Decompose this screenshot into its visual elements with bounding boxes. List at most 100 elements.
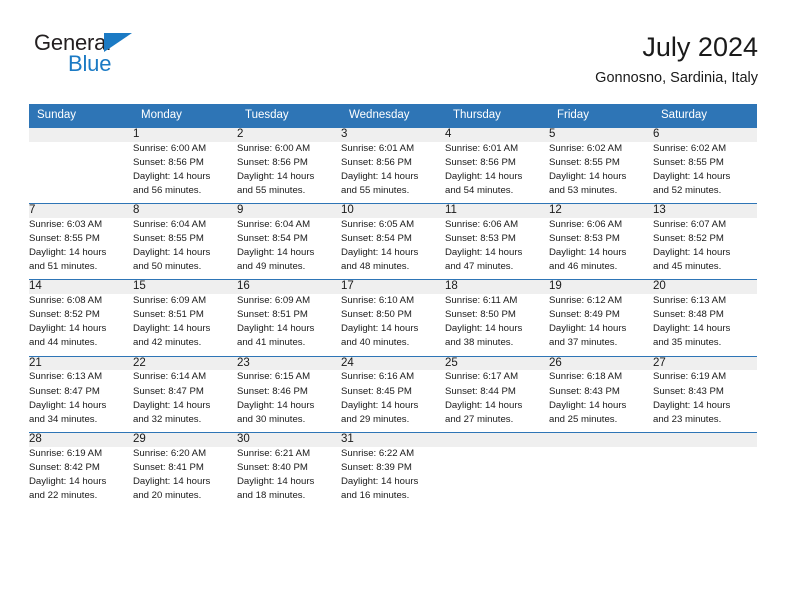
sunrise-text: Sunrise: 6:19 AM [29, 447, 103, 459]
sunset-text: Sunset: 8:39 PM [341, 461, 412, 473]
sunset-text: Sunset: 8:45 PM [341, 385, 412, 397]
day-number-18[interactable]: 18 [445, 279, 549, 295]
week-daynumber-row: 7 8 9 10 11 12 13 [29, 203, 757, 218]
daylight-text: Daylight: 14 hours [29, 475, 107, 487]
day-number-13[interactable]: 13 [653, 203, 757, 218]
daylight-text: and 20 minutes. [133, 490, 202, 502]
day-number-1[interactable]: 1 [133, 127, 237, 142]
sunset-text: Sunset: 8:56 PM [133, 156, 204, 168]
day-number-6[interactable]: 6 [653, 127, 757, 142]
weekday-header-friday: Friday [549, 104, 653, 128]
day-info-23: Sunrise: 6:15 AM Sunset: 8:46 PM Daylight:… [237, 370, 341, 432]
day-number-14[interactable]: 14 [29, 279, 133, 295]
day-info-27: Sunrise: 6:19 AM Sunset: 8:43 PM Daylight:… [653, 370, 757, 432]
day-number-7[interactable]: 7 [29, 203, 133, 218]
sunset-text: Sunset: 8:53 PM [445, 232, 516, 244]
daylight-text: Daylight: 14 hours [549, 399, 627, 411]
logo-text-blue: Blue [68, 51, 112, 76]
sunset-text: Sunset: 8:47 PM [133, 385, 204, 397]
sunrise-text: Sunrise: 6:21 AM [237, 447, 311, 459]
week-daynumber-row: 14 15 16 17 18 19 20 [29, 279, 757, 295]
daylight-text: Daylight: 14 hours [29, 399, 107, 411]
day-number-26[interactable]: 26 [549, 355, 653, 371]
weekday-header-saturday: Saturday [653, 104, 757, 128]
weekday-header-thursday: Thursday [445, 104, 549, 128]
day-info-10: Sunrise: 6:05 AM Sunset: 8:54 PM Daylight:… [341, 218, 445, 280]
day-number-2[interactable]: 2 [237, 127, 341, 142]
sunrise-text: Sunrise: 6:11 AM [445, 295, 518, 307]
day-number-5[interactable]: 5 [549, 127, 653, 142]
daylight-text: Daylight: 14 hours [341, 323, 419, 335]
daylight-text: and 23 minutes. [653, 413, 722, 425]
daylight-text: and 54 minutes. [445, 184, 514, 196]
week-detail-row: Sunrise: 6:00 AM Sunset: 8:56 PM Daylight:… [29, 142, 757, 204]
weekday-header-sunday: Sunday [29, 104, 133, 128]
daylight-text: Daylight: 14 hours [341, 399, 419, 411]
sunrise-text: Sunrise: 6:20 AM [133, 447, 207, 459]
sunrise-text: Sunrise: 6:08 AM [29, 295, 103, 307]
day-number-23[interactable]: 23 [237, 355, 341, 371]
day-info-6: Sunrise: 6:02 AM Sunset: 8:55 PM Daylight:… [653, 142, 757, 204]
day-number-30[interactable]: 30 [237, 431, 341, 447]
sunrise-text: Sunrise: 6:22 AM [341, 447, 415, 459]
day-info-20: Sunrise: 6:13 AM Sunset: 8:48 PM Daylight:… [653, 294, 757, 356]
day-number-empty [29, 127, 133, 142]
weekday-header-monday: Monday [133, 104, 237, 128]
day-info-16: Sunrise: 6:09 AM Sunset: 8:51 PM Daylight:… [237, 294, 341, 356]
day-number-12[interactable]: 12 [549, 203, 653, 218]
day-number-31[interactable]: 31 [341, 431, 445, 447]
day-number-29[interactable]: 29 [133, 431, 237, 447]
sunrise-text: Sunrise: 6:01 AM [445, 142, 519, 154]
day-number-11[interactable]: 11 [445, 203, 549, 218]
daylight-text: Daylight: 14 hours [237, 323, 315, 335]
sunset-text: Sunset: 8:56 PM [445, 156, 516, 168]
sunrise-text: Sunrise: 6:00 AM [133, 142, 207, 154]
day-info-25: Sunrise: 6:17 AM Sunset: 8:44 PM Daylight:… [445, 370, 549, 432]
day-number-4[interactable]: 4 [445, 127, 549, 142]
daylight-text: and 34 minutes. [29, 413, 98, 425]
day-number-9[interactable]: 9 [237, 203, 341, 218]
day-number-25[interactable]: 25 [445, 355, 549, 371]
daylight-text: and 32 minutes. [133, 413, 202, 425]
day-number-22[interactable]: 22 [133, 355, 237, 371]
sunrise-text: Sunrise: 6:07 AM [653, 218, 727, 230]
day-info-30: Sunrise: 6:21 AM Sunset: 8:40 PM Daylight:… [237, 447, 341, 509]
daylight-text: Daylight: 14 hours [237, 247, 315, 259]
sunset-text: Sunset: 8:48 PM [653, 309, 724, 321]
day-info-9: Sunrise: 6:04 AM Sunset: 8:54 PM Daylight:… [237, 218, 341, 280]
daylight-text: Daylight: 14 hours [133, 170, 211, 182]
day-number-24[interactable]: 24 [341, 355, 445, 371]
daylight-text: and 46 minutes. [549, 261, 618, 273]
daylight-text: and 38 minutes. [445, 337, 514, 349]
day-number-3[interactable]: 3 [341, 127, 445, 142]
day-number-19[interactable]: 19 [549, 279, 653, 295]
day-number-15[interactable]: 15 [133, 279, 237, 295]
daylight-text: Daylight: 14 hours [341, 170, 419, 182]
daylight-text: Daylight: 14 hours [341, 247, 419, 259]
sunset-text: Sunset: 8:43 PM [549, 385, 620, 397]
week-detail-row: Sunrise: 6:13 AM Sunset: 8:47 PM Daylight:… [29, 370, 757, 432]
day-number-28[interactable]: 28 [29, 431, 133, 447]
day-number-20[interactable]: 20 [653, 279, 757, 295]
sunset-text: Sunset: 8:54 PM [237, 232, 308, 244]
day-number-empty [653, 431, 757, 447]
week-daynumber-row: 21 22 23 24 25 26 27 [29, 355, 757, 371]
sunset-text: Sunset: 8:55 PM [653, 156, 724, 168]
day-number-10[interactable]: 10 [341, 203, 445, 218]
daylight-text: and 29 minutes. [341, 413, 410, 425]
sunrise-text: Sunrise: 6:13 AM [653, 295, 727, 307]
day-number-21[interactable]: 21 [29, 355, 133, 371]
sunset-text: Sunset: 8:54 PM [341, 232, 412, 244]
page-header: General Blue July 2024 Gonnosno, Sardini… [0, 0, 792, 87]
day-number-17[interactable]: 17 [341, 279, 445, 295]
sunrise-text: Sunrise: 6:09 AM [237, 295, 311, 307]
day-info-12: Sunrise: 6:06 AM Sunset: 8:53 PM Daylight:… [549, 218, 653, 280]
day-number-8[interactable]: 8 [133, 203, 237, 218]
daylight-text: and 25 minutes. [549, 413, 618, 425]
day-info-15: Sunrise: 6:09 AM Sunset: 8:51 PM Daylight:… [133, 294, 237, 356]
day-number-16[interactable]: 16 [237, 279, 341, 295]
calendar-body: 1 2 3 4 5 6 Sunrise: 6:00 AM Sunset: 8:56 PM Day… [29, 127, 757, 509]
sunset-text: Sunset: 8:44 PM [445, 385, 516, 397]
daylight-text: and 53 minutes. [549, 184, 618, 196]
day-number-27[interactable]: 27 [653, 355, 757, 371]
